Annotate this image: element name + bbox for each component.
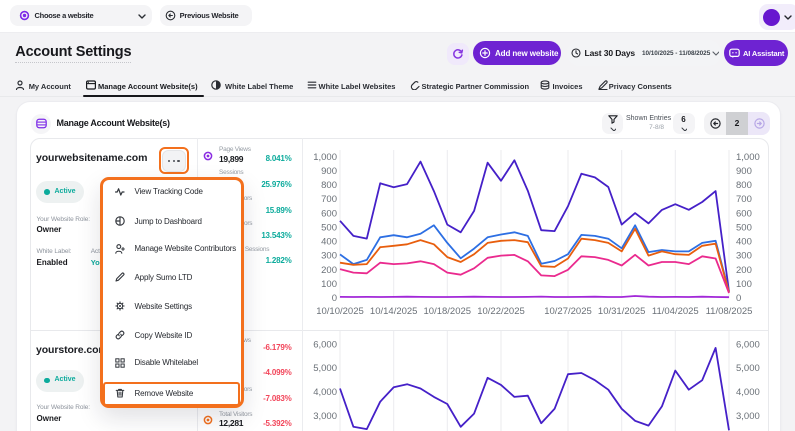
svg-text:800: 800 bbox=[736, 180, 752, 191]
svg-text:10/31/2025: 10/31/2025 bbox=[598, 306, 646, 317]
svg-text:10/22/2025: 10/22/2025 bbox=[477, 306, 525, 317]
svg-text:11/08/2025: 11/08/2025 bbox=[706, 306, 753, 317]
svg-text:10/10/2025: 10/10/2025 bbox=[316, 306, 364, 317]
svg-text:6,000: 6,000 bbox=[313, 339, 337, 350]
svg-text:3,000: 3,000 bbox=[313, 411, 337, 422]
svg-text:800: 800 bbox=[321, 180, 337, 191]
svg-text:900: 900 bbox=[736, 166, 752, 177]
svg-text:1,000: 1,000 bbox=[313, 152, 337, 163]
svg-text:400: 400 bbox=[321, 237, 337, 248]
svg-text:3,000: 3,000 bbox=[736, 411, 760, 422]
svg-text:5,000: 5,000 bbox=[736, 363, 760, 374]
svg-text:300: 300 bbox=[321, 251, 337, 262]
svg-text:10/18/2025: 10/18/2025 bbox=[424, 306, 472, 317]
svg-text:1,000: 1,000 bbox=[736, 152, 760, 163]
svg-text:500: 500 bbox=[736, 222, 752, 233]
svg-text:500: 500 bbox=[321, 222, 337, 233]
svg-text:100: 100 bbox=[321, 279, 337, 290]
svg-text:300: 300 bbox=[736, 251, 752, 262]
svg-text:6,000: 6,000 bbox=[736, 339, 760, 350]
svg-text:700: 700 bbox=[736, 194, 752, 205]
svg-text:0: 0 bbox=[736, 293, 741, 304]
svg-text:11/04/2025: 11/04/2025 bbox=[652, 306, 699, 317]
svg-text:600: 600 bbox=[736, 208, 752, 219]
svg-text:10/27/2025: 10/27/2025 bbox=[544, 306, 592, 317]
svg-text:400: 400 bbox=[736, 237, 752, 248]
svg-text:200: 200 bbox=[736, 265, 752, 276]
svg-text:900: 900 bbox=[321, 166, 337, 177]
svg-text:10/14/2025: 10/14/2025 bbox=[370, 306, 418, 317]
svg-text:4,000: 4,000 bbox=[313, 387, 337, 398]
svg-text:5,000: 5,000 bbox=[313, 363, 337, 374]
svg-text:4,000: 4,000 bbox=[736, 387, 760, 398]
svg-text:600: 600 bbox=[321, 208, 337, 219]
svg-text:0: 0 bbox=[332, 293, 337, 304]
svg-text:700: 700 bbox=[321, 194, 337, 205]
svg-text:200: 200 bbox=[321, 265, 337, 276]
svg-text:100: 100 bbox=[736, 279, 752, 290]
